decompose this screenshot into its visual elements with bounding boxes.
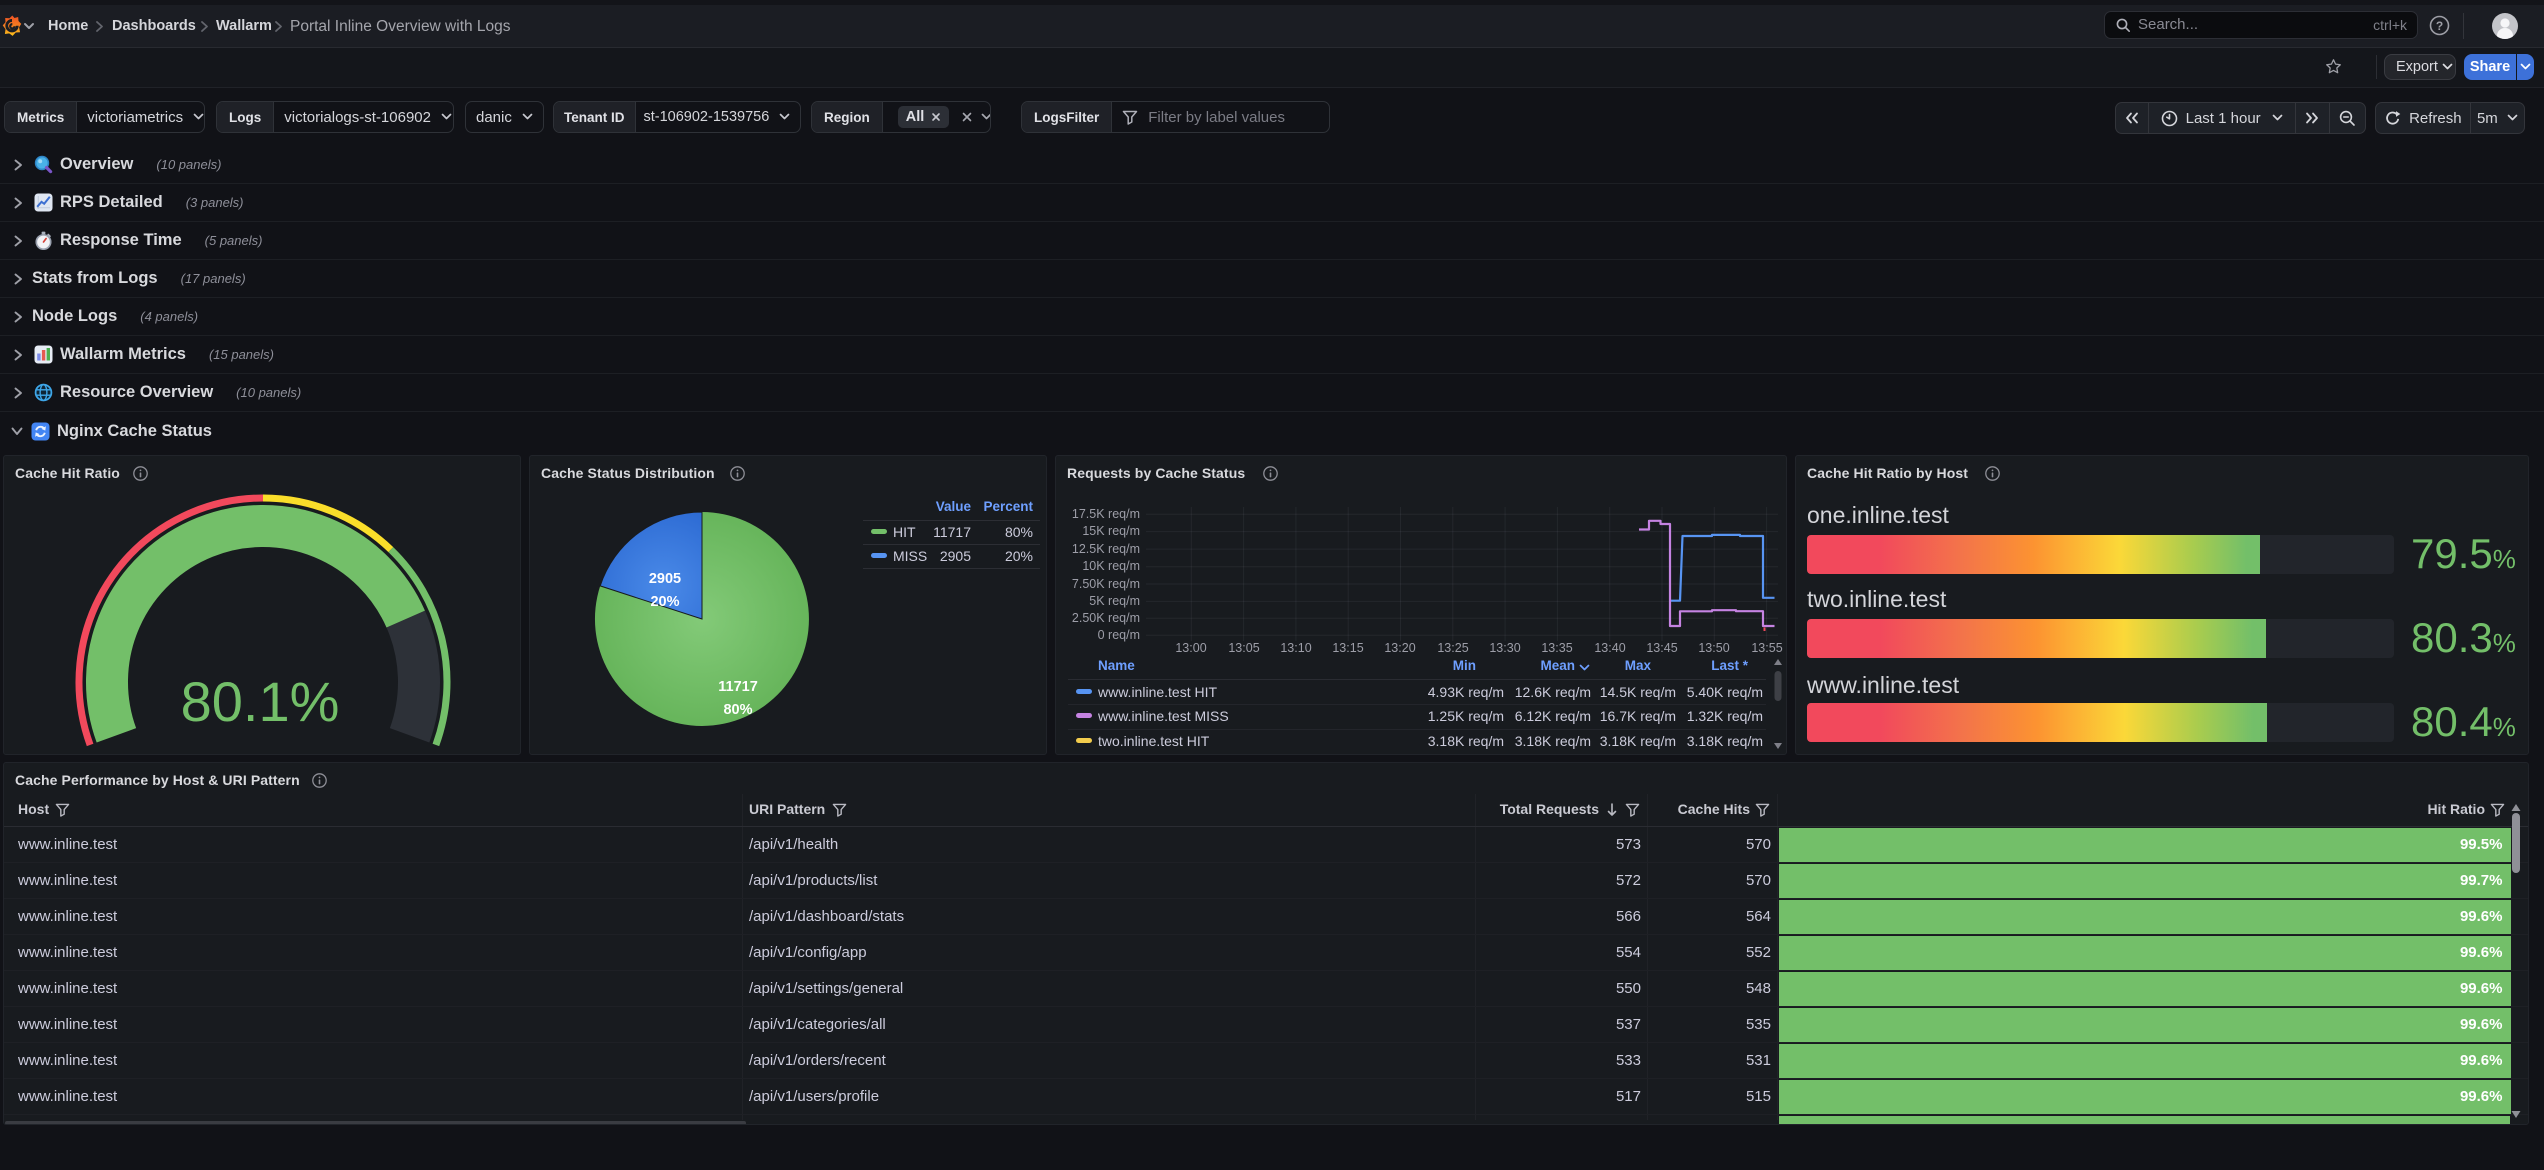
svg-text:?: ?: [2436, 19, 2443, 33]
